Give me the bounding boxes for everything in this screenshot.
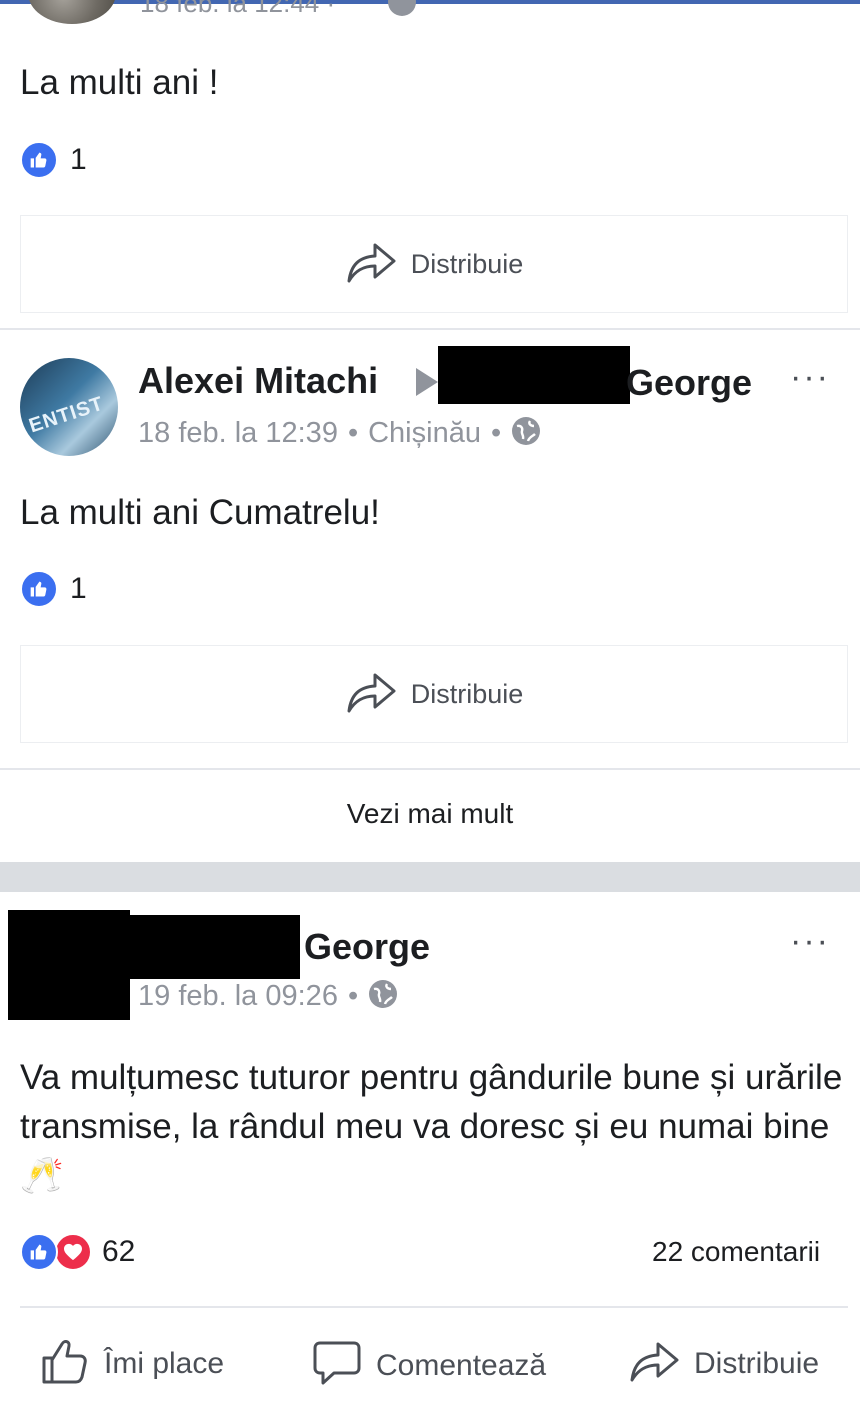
reactions-summary[interactable]: 1 — [20, 141, 87, 179]
post-text: La multi ani Cumatrelu! — [20, 493, 380, 532]
share-button[interactable]: Distribuie — [628, 1338, 819, 1389]
globe-icon — [511, 416, 541, 451]
post-text: Va mulțumesc tuturor pentru gândurile bu… — [20, 1053, 850, 1200]
more-options-button[interactable]: ··· — [790, 358, 830, 397]
actions-divider — [20, 1306, 848, 1308]
reaction-count: 1 — [70, 143, 87, 176]
post-text-body: Va mulțumesc tuturor pentru gândurile bu… — [20, 1058, 843, 1146]
target-name[interactable]: George — [626, 362, 752, 404]
like-reaction-icon — [20, 570, 58, 608]
share-button[interactable]: Distribuie — [20, 645, 848, 743]
like-reaction-icon — [20, 1233, 58, 1271]
post-meta: 19 feb. la 09:26 • — [138, 979, 398, 1014]
post-text: La multi ani ! — [20, 63, 219, 102]
avatar[interactable]: ENTIST — [20, 358, 118, 456]
meta-separator: • — [347, 417, 359, 449]
share-button[interactable]: Distribuie — [20, 215, 848, 313]
share-icon — [628, 1338, 680, 1389]
reaction-count: 62 — [102, 1235, 136, 1268]
comments-count-link[interactable]: 22 comentarii — [652, 1236, 820, 1268]
post-location[interactable]: Chișinău — [368, 417, 481, 450]
more-options-button[interactable]: ··· — [790, 922, 830, 961]
top-app-bar-edge — [0, 0, 860, 4]
like-reaction-icon — [20, 141, 58, 179]
share-label: Distribuie — [694, 1346, 820, 1380]
post-divider — [0, 328, 860, 330]
globe-icon — [388, 0, 416, 16]
share-label: Distribuie — [410, 678, 524, 709]
post-meta: 18 feb. la 12:39 • Chișinău • — [138, 416, 541, 451]
redacted-name — [128, 915, 300, 979]
share-icon — [345, 239, 397, 290]
author-name[interactable]: Alexei Mitachi — [138, 360, 378, 402]
champagne-emoji: 🥂 — [20, 1156, 64, 1195]
comment-bubble-icon — [312, 1338, 362, 1393]
redacted-name — [438, 346, 630, 404]
avatar[interactable] — [28, 0, 116, 24]
meta-separator: • — [490, 417, 502, 449]
comment-button[interactable]: Comentează — [312, 1338, 546, 1393]
thumbs-up-icon — [40, 1336, 90, 1391]
post-timestamp[interactable]: 18 feb. la 12:44 · — [140, 0, 335, 19]
author-name[interactable]: George — [304, 926, 430, 968]
like-button[interactable]: Îmi place — [40, 1336, 224, 1391]
meta-separator: • — [347, 980, 359, 1012]
see-more-link[interactable]: Vezi mai mult — [0, 798, 860, 830]
post-timestamp[interactable]: 18 feb. la 12:39 — [138, 417, 338, 450]
play-arrow-icon — [414, 366, 440, 403]
like-label: Îmi place — [104, 1346, 225, 1380]
post-timestamp[interactable]: 19 feb. la 09:26 — [138, 980, 338, 1013]
section-divider — [0, 768, 860, 770]
love-reaction-icon — [54, 1233, 92, 1271]
reactions-summary[interactable]: 62 — [20, 1233, 135, 1271]
comment-label: Comentează — [376, 1348, 547, 1382]
globe-icon — [368, 979, 398, 1014]
reaction-count: 1 — [70, 572, 87, 605]
reactions-summary[interactable]: 1 — [20, 570, 87, 608]
share-icon — [345, 669, 397, 720]
feed-separator — [0, 862, 860, 892]
share-label: Distribuie — [410, 248, 524, 279]
redacted-avatar — [8, 910, 130, 1020]
avatar-text: ENTIST — [26, 392, 107, 438]
